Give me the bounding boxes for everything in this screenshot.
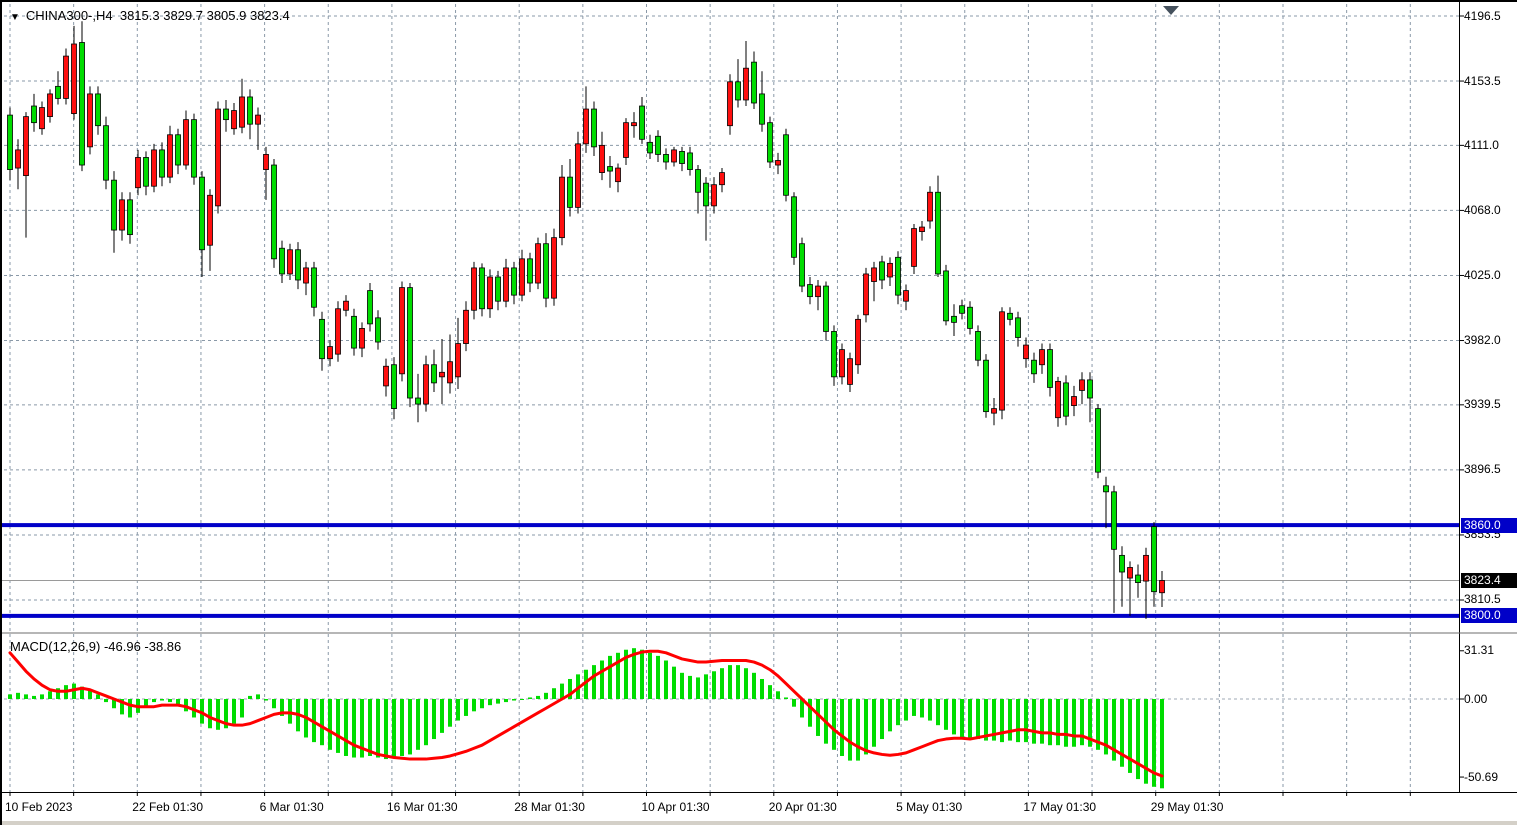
macd-histogram (8, 648, 1164, 788)
price-axis-label: 4068.0 (1464, 203, 1517, 218)
time-axis-label: 17 May 01:30 (1023, 800, 1096, 814)
window-bottom-strip (2, 821, 1517, 825)
time-axis-label: 10 Feb 2023 (5, 800, 72, 814)
time-axis-label: 5 May 01:30 (896, 800, 962, 814)
horizontal-level-line[interactable] (2, 523, 1459, 527)
horizontal-level-line[interactable] (2, 614, 1459, 618)
time-axis-label: 22 Feb 01:30 (132, 800, 203, 814)
price-axis-label: 4111.0 (1464, 138, 1517, 153)
level-price-badge: 3800.0 (1461, 608, 1517, 623)
candlestick-series (8, 21, 1165, 619)
macd-values: -46.96 -38.86 (104, 639, 181, 654)
macd-name: MACD(12,26,9) (10, 639, 100, 654)
time-axis-label: 10 Apr 01:30 (642, 800, 710, 814)
price-axis-label: 3896.5 (1464, 462, 1517, 477)
symbol-menu-icon[interactable]: ▼ (10, 12, 20, 23)
time-axis-label: 29 May 01:30 (1151, 800, 1224, 814)
symbol-timeframe-label: CHINA300-,H4 (26, 8, 113, 23)
level-price-badge: 3860.0 (1461, 518, 1517, 533)
chart-title-bar: ▼ CHINA300-,H4 3815.3 3829.7 3805.9 3823.… (10, 8, 290, 23)
price-axis-label: 4025.0 (1464, 268, 1517, 283)
price-axis-label: 3810.5 (1464, 592, 1517, 607)
time-axis-label: 28 Mar 01:30 (514, 800, 585, 814)
price-axis-label: 4196.5 (1464, 9, 1517, 24)
time-axis-label: 20 Apr 01:30 (769, 800, 837, 814)
macd-axis-label: 0.00 (1464, 692, 1517, 707)
current-price-badge: 3823.4 (1461, 573, 1517, 588)
right-shift-marker-icon (1163, 6, 1179, 15)
time-axis-label: 6 Mar 01:30 (260, 800, 324, 814)
price-axis-label: 3982.0 (1464, 333, 1517, 348)
price-axis-label: 3939.5 (1464, 397, 1517, 412)
price-axis-label: 4153.5 (1464, 74, 1517, 89)
time-axis-label: 16 Mar 01:30 (387, 800, 458, 814)
last-bar-ohlc: 3815.3 3829.7 3805.9 3823.4 (120, 8, 290, 23)
macd-indicator-label: MACD(12,26,9) -46.96 -38.86 (10, 639, 181, 654)
trading-chart-window: ▼ CHINA300-,H4 3815.3 3829.7 3805.9 3823.… (0, 0, 1517, 825)
macd-axis-label: 31.31 (1464, 643, 1517, 658)
chart-canvas[interactable] (2, 2, 1517, 825)
macd-axis-label: -50.69 (1464, 770, 1517, 785)
